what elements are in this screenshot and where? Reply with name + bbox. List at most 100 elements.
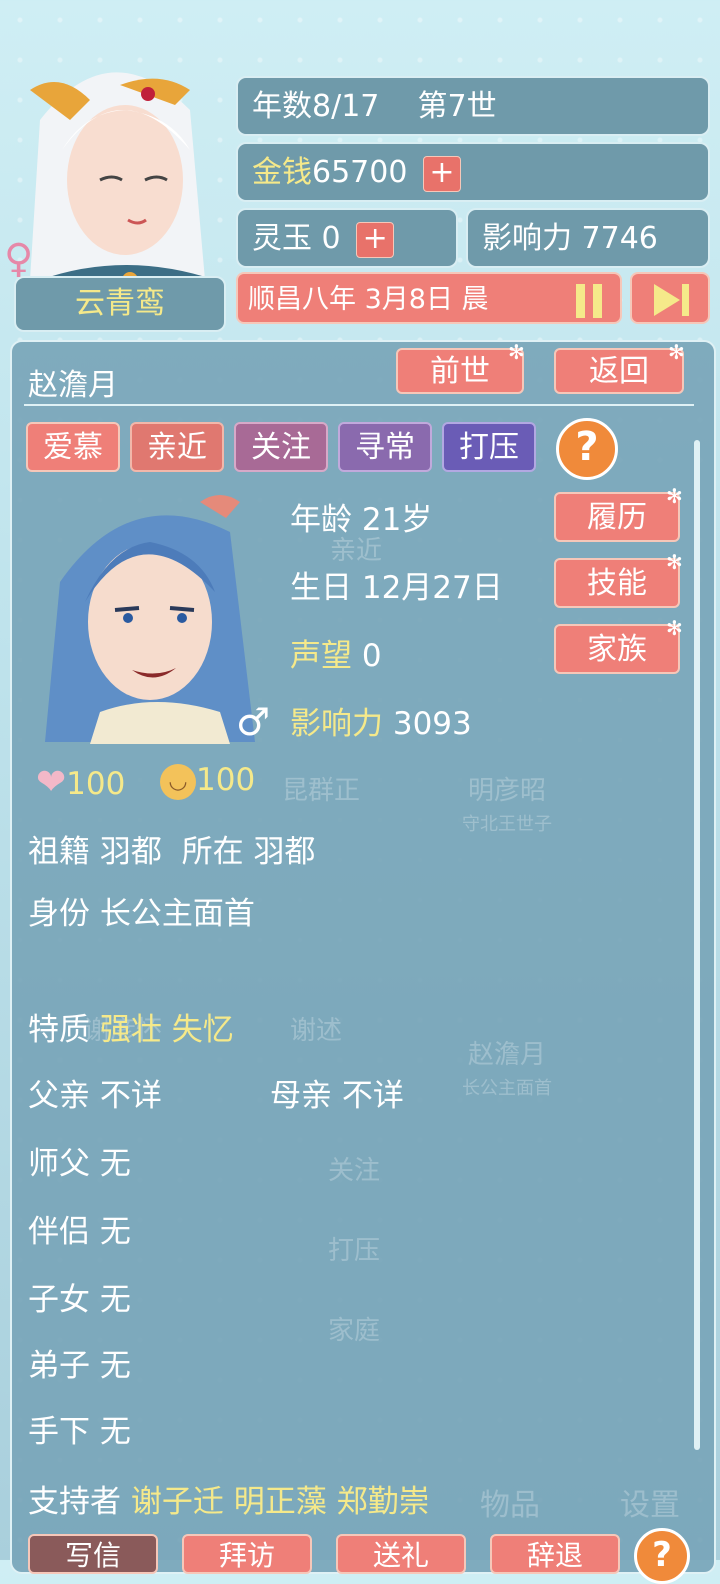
ghost-text: 打压	[328, 1236, 381, 1266]
prestige-value: 0	[361, 638, 382, 674]
location-value: 羽都	[253, 834, 316, 870]
money-value: 65700	[312, 155, 408, 190]
ghost-text: 关注	[328, 1156, 381, 1186]
birthday-label: 生日	[290, 570, 352, 606]
add-jade-button[interactable]: +	[356, 221, 395, 258]
father-value: 不详	[99, 1078, 162, 1114]
supporters-row: 支持者 谢子迁 明正藻 郑勤崇	[28, 1476, 430, 1521]
influence-value: 7746	[581, 221, 658, 256]
birthday-value: 12月27日	[361, 570, 503, 606]
jade-value: 0	[321, 221, 341, 256]
traits-label: 特质	[28, 1012, 90, 1048]
ghost-text: 谢述	[290, 1016, 343, 1046]
children-label: 子女	[28, 1282, 90, 1318]
mother-label: 母亲	[270, 1078, 332, 1114]
scrollbar[interactable]	[694, 440, 700, 1450]
past-life-button[interactable]: 前世	[396, 348, 524, 394]
heart-value: 100	[66, 766, 126, 802]
mood-value: 100	[196, 762, 256, 798]
resume-button[interactable]: 履历	[554, 492, 680, 542]
back-button[interactable]: 返回	[554, 348, 684, 394]
identity-label: 身份	[28, 896, 90, 932]
affection-row: ❤100	[36, 762, 125, 803]
gift-button[interactable]: 送礼	[336, 1534, 466, 1574]
ghost-text: 守北王世子	[462, 814, 552, 835]
npc-name: 赵澹月	[28, 368, 118, 403]
disciples-label: 弟子	[28, 1348, 90, 1384]
sparkle-icon: ✻	[666, 484, 683, 508]
father-label: 父亲	[28, 1078, 90, 1114]
ghost-text: 赵澹月	[468, 1040, 547, 1070]
pause-icon[interactable]	[572, 284, 606, 318]
year-bar: 年数8/17 第7世	[236, 76, 710, 136]
origin-value: 羽都	[99, 834, 162, 870]
next-day-button[interactable]	[630, 272, 710, 324]
jade-label: 灵玉	[252, 221, 312, 256]
partner-value: 无	[99, 1214, 131, 1250]
date-bar: 顺昌八年 3月8日 晨	[236, 272, 622, 324]
identity-row: 身份 长公主面首	[28, 888, 255, 933]
age-label: 年龄	[290, 502, 352, 538]
prestige-row: 声望 0	[290, 630, 382, 675]
traits-value[interactable]: 强壮 失忆	[100, 1012, 234, 1048]
subordinates-row: 手下 无	[28, 1406, 131, 1451]
family-button[interactable]: 家族	[554, 624, 680, 674]
add-money-button[interactable]: +	[422, 155, 461, 192]
ghost-text: 昆群正	[282, 776, 361, 806]
father-row: 父亲 不详	[28, 1070, 162, 1115]
jade-bar: 灵玉 0 +	[236, 208, 458, 268]
master-label: 师父	[28, 1146, 90, 1182]
dismiss-button[interactable]: 辞退	[490, 1534, 620, 1574]
bottom-help-button[interactable]: ?	[634, 1528, 690, 1584]
mood-row: ◡ 100	[160, 762, 255, 800]
sparkle-icon: ✻	[668, 340, 685, 364]
partner-label: 伴侣	[28, 1214, 90, 1250]
male-icon: ♂	[236, 700, 271, 744]
mother-value: 不详	[341, 1078, 404, 1114]
location-label: 所在	[181, 834, 244, 870]
relation-adore[interactable]: 爱慕	[26, 422, 120, 472]
heart-icon: ❤	[36, 762, 67, 803]
supporters-label: 支持者	[28, 1484, 121, 1520]
money-bar: 金钱65700 +	[236, 142, 710, 202]
player-name: 云青鸾	[14, 276, 226, 332]
npc-influence-label: 影响力	[290, 706, 383, 742]
disciples-row: 弟子 无	[28, 1340, 131, 1385]
game-date: 顺昌八年 3月8日 晨	[248, 284, 489, 315]
visit-button[interactable]: 拜访	[182, 1534, 312, 1574]
ghost-text: 物品	[480, 1488, 540, 1523]
influence-label: 影响力	[482, 221, 572, 256]
skip-forward-icon	[654, 284, 689, 316]
skills-button[interactable]: 技能	[554, 558, 680, 608]
partner-row: 伴侣 无	[28, 1206, 131, 1251]
ghost-text: 设置	[620, 1488, 680, 1523]
birthday-row: 生日 12月27日	[290, 562, 503, 607]
traits-row: 特质 强壮 失忆	[28, 1004, 234, 1049]
help-button[interactable]: ?	[556, 418, 618, 480]
supporters-value[interactable]: 谢子迁 明正藻 郑勤崇	[131, 1484, 430, 1520]
prestige-label: 声望	[290, 638, 352, 674]
ghost-text: 家庭	[328, 1316, 381, 1346]
subordinates-value: 无	[99, 1414, 131, 1450]
master-row: 师父 无	[28, 1138, 131, 1183]
divider	[24, 404, 694, 406]
relation-close[interactable]: 亲近	[130, 422, 224, 472]
sparkle-icon: ✻	[508, 340, 525, 364]
year-count: 年数8/17	[252, 89, 380, 124]
relation-attention[interactable]: 关注	[234, 422, 328, 472]
identity-value: 长公主面首	[99, 896, 255, 932]
children-row: 子女 无	[28, 1274, 131, 1319]
relation-suppress[interactable]: 打压	[442, 422, 536, 472]
age-row: 年龄 21岁	[290, 494, 432, 539]
write-letter-button[interactable]: 写信	[28, 1534, 158, 1574]
influence-bar: 影响力 7746	[466, 208, 710, 268]
npc-influence-row: 影响力 3093	[290, 698, 472, 743]
money-label: 金钱	[252, 155, 312, 190]
master-value: 无	[99, 1146, 131, 1182]
life-count: 第7世	[417, 89, 497, 124]
npc-influence-value: 3093	[392, 706, 472, 742]
relation-ordinary[interactable]: 寻常	[338, 422, 432, 472]
sparkle-icon: ✻	[666, 616, 683, 640]
ghost-text: 明彦昭	[468, 776, 547, 806]
origin-row: 祖籍 羽都 所在 羽都	[28, 826, 315, 871]
